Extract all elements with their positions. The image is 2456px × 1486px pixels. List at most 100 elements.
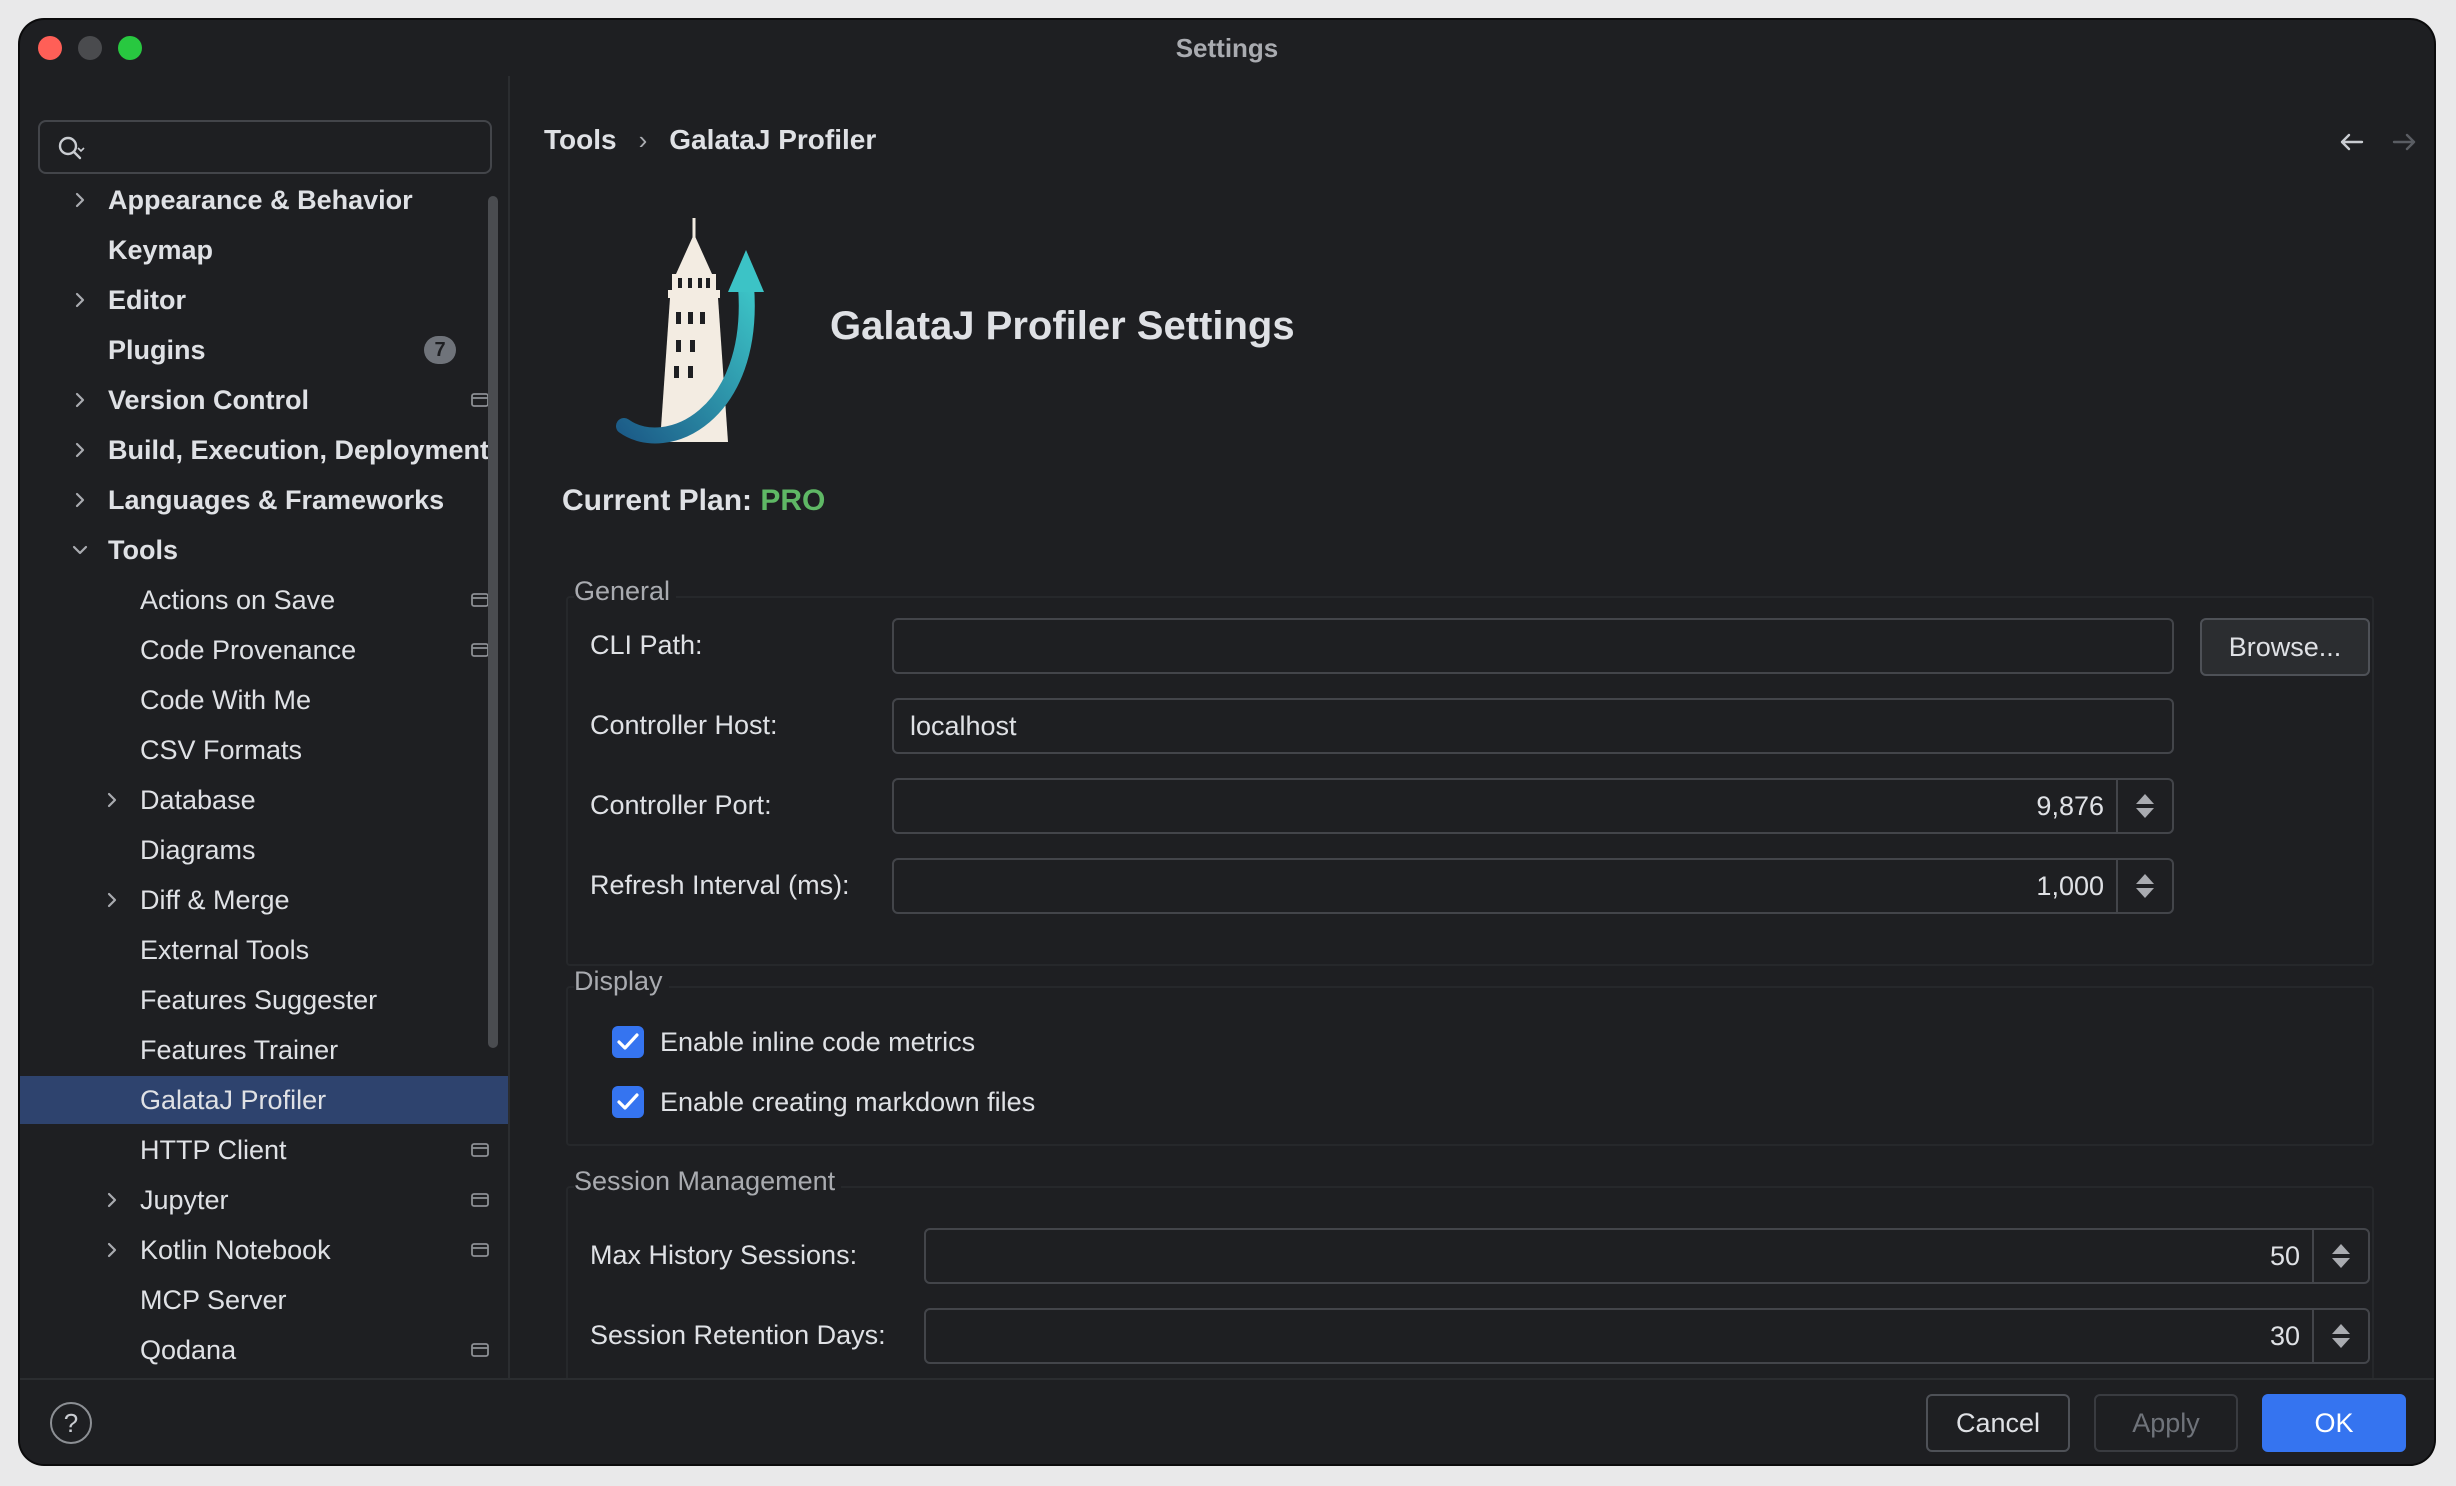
project-level-icon [471,593,489,607]
title-bar: Settings [20,20,2434,76]
forward-arrow-icon[interactable] [2388,126,2420,158]
ok-button[interactable]: OK [2262,1394,2406,1452]
sidebar-item-code-with-me[interactable]: Code With Me [20,676,508,724]
breadcrumb-separator: › [638,124,648,155]
inline-metrics-checkbox[interactable] [612,1026,644,1058]
cli-path-field[interactable] [892,618,2174,674]
sidebar-item-keymap[interactable]: Keymap [20,226,508,274]
sidebar-item-actions-on-save[interactable]: Actions on Save [20,576,508,624]
close-window-button[interactable] [38,36,62,60]
sidebar-item-label: Kotlin Notebook [140,1234,331,1265]
back-arrow-icon[interactable] [2336,126,2368,158]
sidebar-item-label: Editor [108,284,186,315]
sidebar-item-diff-merge[interactable]: Diff & Merge [20,876,508,924]
browse-button[interactable]: Browse... [2200,618,2370,676]
sidebar-item-external-tools[interactable]: External Tools [20,926,508,974]
chevron-down-icon[interactable] [70,540,90,560]
spinner-arrows-icon[interactable] [2116,780,2172,832]
sidebar-item-label: Diagrams [140,834,256,865]
sidebar-item-label: Tools [108,534,178,565]
sidebar-item-editor[interactable]: Editor [20,276,508,324]
inline-metrics-option[interactable]: Enable inline code metrics [612,1026,975,1058]
sidebar-item-label: GalataJ Profiler [140,1084,327,1115]
sidebar-item-label: Qodana [140,1334,237,1365]
chevron-right-icon[interactable] [70,190,90,210]
retention-days-stepper[interactable]: 30 [924,1308,2370,1364]
sidebar-item-features-suggester[interactable]: Features Suggester [20,976,508,1024]
sidebar-item-label: Features Suggester [140,984,378,1015]
chevron-right-icon[interactable] [102,790,122,810]
sidebar-scrollbar[interactable] [488,196,498,1048]
sidebar-item-appearance-behavior[interactable]: Appearance & Behavior [20,176,508,224]
search-input[interactable] [38,120,492,174]
sidebar-item-label: Jupyter [140,1184,229,1215]
spinner-arrows-icon[interactable] [2312,1310,2368,1362]
chevron-right-icon[interactable] [102,1240,122,1260]
project-level-icon [471,1243,489,1257]
checkmark-icon [617,1093,639,1110]
settings-sidebar: Appearance & Behavior Keymap Editor Plugins… [20,76,510,1378]
markdown-label: Enable creating markdown files [660,1086,1036,1117]
max-history-stepper[interactable]: 50 [924,1228,2370,1284]
session-group-title: Session Management [574,1166,842,1197]
retention-days-label: Session Retention Days: [590,1320,886,1350]
max-history-label: Max History Sessions: [590,1240,858,1270]
sidebar-item-kotlin-notebook[interactable]: Kotlin Notebook [20,1226,508,1274]
window-title: Settings [1175,32,1279,63]
help-icon[interactable]: ? [50,1402,92,1444]
sidebar-item-code-provenance[interactable]: Code Provenance [20,626,508,674]
retention-days-value: 30 [2269,1320,2300,1351]
sidebar-item-tools[interactable]: Tools [20,526,508,574]
markdown-option[interactable]: Enable creating markdown files [612,1086,1035,1118]
inline-metrics-label: Enable inline code metrics [660,1026,976,1057]
sidebar-item-label: Plugins [108,334,206,365]
controller-port-label: Controller Port: [590,790,772,820]
chevron-right-icon[interactable] [70,490,90,510]
sidebar-item-features-trainer[interactable]: Features Trainer [20,1026,508,1074]
sidebar-item-mcp-server[interactable]: MCP Server [20,1276,508,1324]
max-history-value: 50 [2269,1240,2300,1271]
refresh-interval-stepper[interactable]: 1,000 [892,858,2174,914]
chevron-right-icon[interactable] [70,290,90,310]
chevron-right-icon[interactable] [102,890,122,910]
chevron-right-icon[interactable] [102,1190,122,1210]
sidebar-item-label: HTTP Client [140,1134,287,1165]
cancel-button[interactable]: Cancel [1926,1394,2070,1452]
sidebar-item-jupyter[interactable]: Jupyter [20,1176,508,1224]
sidebar-item-languages-frameworks[interactable]: Languages & Frameworks [20,476,508,524]
breadcrumb-parent[interactable]: Tools [544,124,617,156]
controller-port-stepper[interactable]: 9,876 [892,778,2174,834]
sidebar-item-label: CSV Formats [140,734,303,765]
apply-button[interactable]: Apply [2094,1394,2238,1452]
sidebar-item-version-control[interactable]: Version Control [20,376,508,424]
refresh-interval-label: Refresh Interval (ms): [590,870,850,900]
zoom-window-button[interactable] [118,36,142,60]
minimize-window-button[interactable] [78,36,102,60]
markdown-checkbox[interactable] [612,1086,644,1118]
sidebar-item-csv-formats[interactable]: CSV Formats [20,726,508,774]
sidebar-item-label: Diff & Merge [140,884,290,915]
spinner-arrows-icon[interactable] [2312,1230,2368,1282]
sidebar-item-plugins[interactable]: Plugins 7 [20,326,508,374]
plan-value: PRO [760,484,826,517]
sidebar-item-diagrams[interactable]: Diagrams [20,826,508,874]
sidebar-item-galataj-profiler[interactable]: GalataJ Profiler [20,1076,508,1124]
sidebar-item-label: Build, Execution, Deployment [108,434,490,465]
controller-host-field[interactable]: localhost [892,698,2174,754]
sidebar-item-label: Appearance & Behavior [108,184,413,215]
breadcrumb-current: GalataJ Profiler [669,124,877,155]
sidebar-item-build-execution-deployment[interactable]: Build, Execution, Deployment [20,426,508,474]
controller-host-label: Controller Host: [590,710,778,740]
project-level-icon [471,643,489,657]
current-plan: Current Plan: PRO [562,484,825,518]
chevron-right-icon[interactable] [70,440,90,460]
sidebar-item-database[interactable]: Database [20,776,508,824]
sidebar-item-label: Code With Me [140,684,312,715]
chevron-right-icon[interactable] [70,390,90,410]
sidebar-item-qodana[interactable]: Qodana [20,1326,508,1374]
plugin-settings-title: GalataJ Profiler Settings [830,304,1295,348]
spinner-arrows-icon[interactable] [2116,860,2172,912]
sidebar-item-http-client[interactable]: HTTP Client [20,1126,508,1174]
project-level-icon [471,1193,489,1207]
search-icon [58,136,85,160]
